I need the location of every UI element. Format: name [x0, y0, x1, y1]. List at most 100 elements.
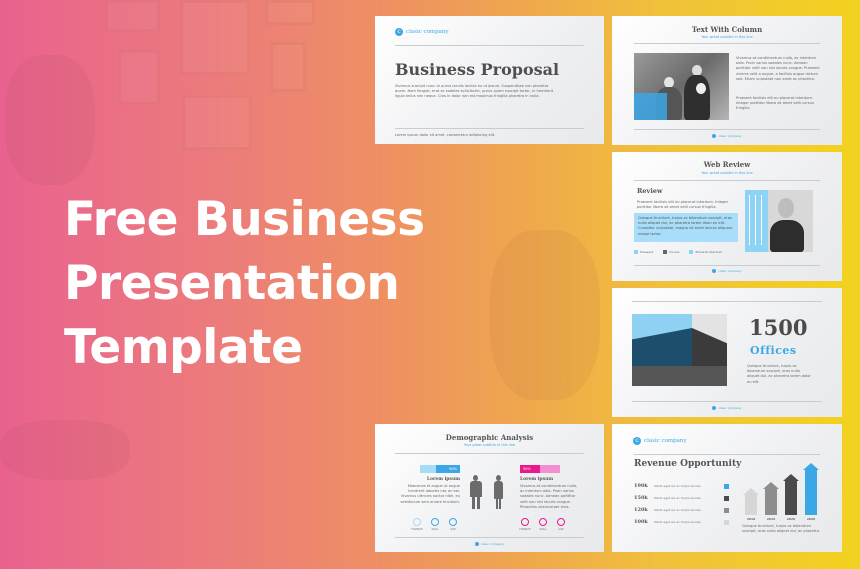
review-heading: Review [637, 187, 663, 195]
left-heading: Lorem ipsum [426, 477, 460, 482]
revenue-arrow-bar [783, 473, 799, 515]
right-body: Vivamus at condimentum nulla, ac interdu… [520, 484, 578, 509]
slide-revenue-opportunity[interactable]: c clasic company Revenue Opportunity 190… [612, 424, 842, 552]
hero-title-line-3: Template [64, 320, 303, 375]
hero-title-line-1: Free Business [64, 192, 425, 247]
company-logo: c clasic company [395, 28, 449, 36]
offices-count: 1500 [749, 315, 808, 340]
revenue-row: 100k Morbi eget leo ac turpis lacinia. [634, 518, 729, 526]
slide-business-proposal[interactable]: c clasic company Business Proposal Vivam… [375, 16, 604, 144]
revenue-row-text: Morbi eget leo ac turpis lacinia. [654, 484, 702, 488]
revenue-row: 120k Morbi eget leo ac turpis lacinia. [634, 506, 729, 514]
reviewer-photo [745, 190, 813, 252]
hero-title-line-2: Presentation [64, 256, 400, 311]
revenue-arrow-bar [743, 487, 759, 515]
slide-web-review[interactable]: Web Review Your great subtitle in this l… [612, 152, 842, 281]
revenue-row-text: Morbi eget leo ac turpis lacinia. [654, 508, 702, 512]
divider [632, 301, 822, 302]
slide-body: Vivamus suscipit nunc ut purus iaculis l… [395, 84, 554, 99]
left-progress-bar: 60% [420, 465, 460, 473]
team-photo [634, 53, 729, 120]
revenue-row: 190k Morbi eget leo ac turpis lacinia. [634, 482, 729, 490]
divider [634, 265, 820, 266]
right-heading: Lorem ipsum [520, 477, 554, 482]
offices-label: Offices [750, 344, 797, 357]
slide-footer-text: Lorem ipsum dolor sit amet, consectetur … [395, 133, 496, 137]
divider [395, 537, 584, 538]
review-legend: Praesent Cursus Placerat interdum [634, 250, 722, 254]
company-logo: c clasic company [633, 437, 687, 445]
divider [395, 128, 584, 129]
logo-icon [712, 269, 717, 273]
column-text-1: Vivamus at condimentum nulla, ac interdu… [736, 56, 820, 81]
divider [395, 45, 584, 46]
revenue-year-label: 2020 [806, 517, 816, 521]
review-intro: Praesent facilisis elit eu placerat inte… [637, 200, 729, 210]
right-ring-skill [539, 518, 547, 526]
revenue-year-labels: 2018 2019 2020 2020 [742, 517, 822, 522]
revenue-row-value: 100k [634, 519, 648, 525]
slide-subtitle: Your great subtitle in this line [701, 35, 753, 39]
footer-logo: clasic company [612, 134, 842, 138]
right-progress-bar: 50% [520, 465, 560, 473]
divider [634, 43, 820, 44]
divider [395, 453, 584, 454]
revenue-row-swatch [724, 495, 729, 501]
revenue-row-swatch [724, 483, 729, 489]
logo-icon [712, 134, 717, 138]
revenue-year-label: 2018 [746, 517, 756, 521]
slide-title: Business Proposal [395, 60, 560, 79]
divider [634, 454, 820, 455]
left-body: Maecenas et augue ut augue hendrerit lob… [400, 484, 460, 504]
slide-offices[interactable]: 1500 Offices Quisque tincidunt, turpis a… [612, 288, 842, 417]
revenue-caption: Quisque tincidunt, turpis ac bibendum su… [742, 524, 820, 534]
legend-icon [689, 250, 694, 254]
divider [634, 129, 820, 130]
review-highlight-box: Quisque tincidunt, turpis ac bibendum su… [634, 213, 738, 242]
footer-logo: clasic company [375, 542, 604, 546]
offices-body: Quisque tincidunt, turpis ac bibendum su… [747, 364, 811, 384]
building-photo [632, 314, 727, 386]
revenue-row-text: Morbi eget leo ac turpis lacinia. [654, 520, 702, 524]
logo-icon [712, 406, 717, 410]
divider [632, 401, 822, 402]
slide-title: Text With Column [691, 25, 763, 34]
slide-subtitle: Your great subtitle in this line [701, 171, 753, 175]
column-text-2: Praesent facilisis elit eu placerat inte… [736, 96, 814, 111]
left-ring-skill [431, 518, 439, 526]
legend-icon [663, 250, 668, 254]
slide-title: Demographic Analysis [445, 433, 534, 442]
revenue-arrow-bar [763, 482, 779, 515]
revenue-year-label: 2019 [766, 517, 776, 521]
revenue-row-value: 190k [634, 483, 648, 489]
revenue-row-swatch [724, 519, 729, 525]
right-ring-age [557, 518, 565, 526]
divider [634, 180, 820, 181]
logo-text: clasic company [406, 29, 449, 35]
left-ring-finance [413, 518, 421, 526]
revenue-row: 150k Morbi eget leo ac turpis lacinia. [634, 494, 729, 502]
revenue-row-value: 120k [634, 507, 648, 513]
revenue-year-label: 2020 [786, 517, 796, 521]
revenue-row-value: 150k [634, 495, 648, 501]
logo-icon [474, 542, 479, 546]
footer-logo: clasic company [612, 269, 842, 273]
revenue-row-swatch [724, 507, 729, 513]
slide-demographic-analysis[interactable]: Demographic Analysis Your great subtitle… [375, 424, 604, 552]
logo-text: clasic company [644, 438, 687, 444]
legend-icon [634, 250, 638, 254]
logo-icon: c [633, 437, 641, 445]
right-ring-finance [521, 518, 529, 526]
logo-icon: c [395, 28, 403, 36]
revenue-arrow-bar [803, 462, 819, 515]
slide-title: Revenue Opportunity [634, 459, 742, 469]
hero-title: Free Business Presentation Template [64, 188, 484, 380]
revenue-arrow-chart [742, 460, 822, 515]
left-progress-label: 60% [449, 466, 457, 471]
slide-text-with-column[interactable]: Text With Column Your great subtitle in … [612, 16, 842, 145]
review-highlight-text: Quisque tincidunt, turpis ac bibendum su… [638, 216, 734, 236]
revenue-row-text: Morbi eget leo ac turpis lacinia. [654, 496, 702, 500]
right-progress-label: 50% [523, 466, 531, 471]
left-ring-age [449, 518, 457, 526]
footer-logo: clasic company [612, 406, 842, 410]
